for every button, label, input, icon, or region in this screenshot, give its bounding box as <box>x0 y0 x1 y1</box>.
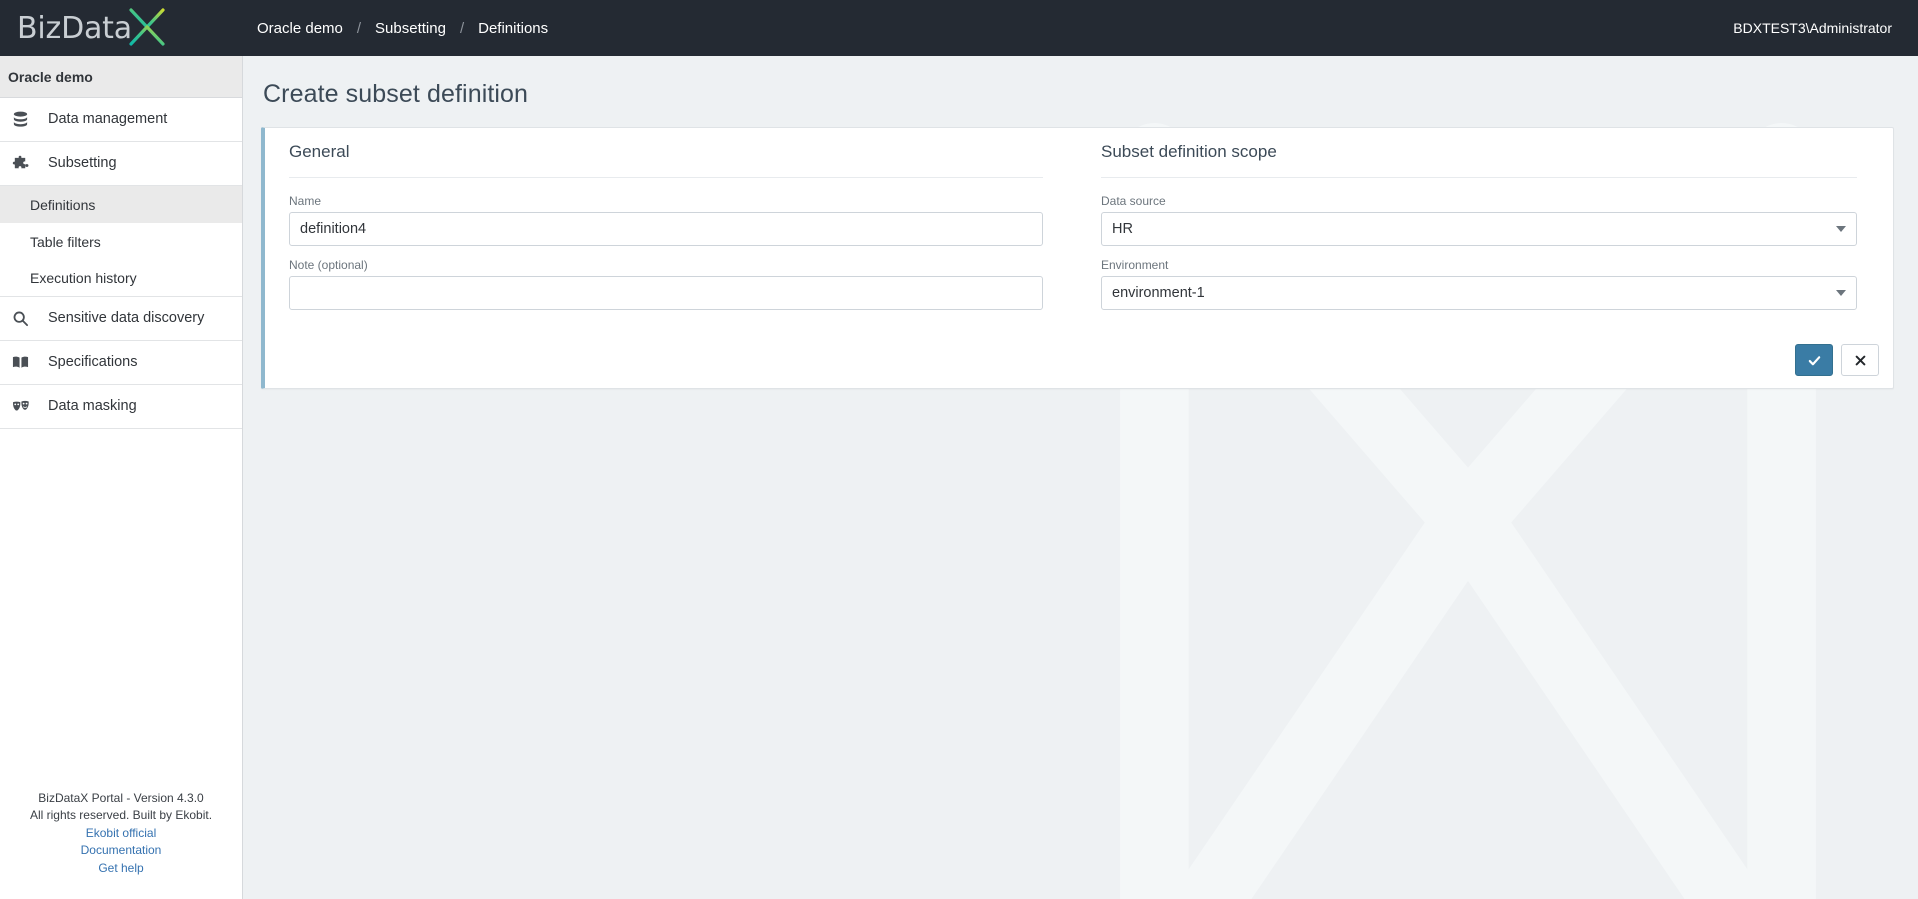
app-window: BizData Oracle demo / Subsetting / Defin… <box>0 0 1918 899</box>
environment-select[interactable]: environment-1 <box>1101 276 1857 310</box>
name-field-group: Name <box>289 194 1043 246</box>
save-button[interactable] <box>1795 344 1833 376</box>
puzzle-icon <box>12 155 38 172</box>
breadcrumb-item-oracle-demo[interactable]: Oracle demo <box>255 18 345 39</box>
sidebar-item-data-masking[interactable]: Data masking <box>0 385 242 429</box>
create-subset-definition-card: General Name Note (optional) Subset defi… <box>261 127 1894 389</box>
footer-rights: All rights reserved. Built by Ekobit. <box>29 808 213 822</box>
book-icon <box>12 354 38 371</box>
environment-field-group: Environment environment-1 <box>1101 258 1857 310</box>
top-bar: BizData Oracle demo / Subsetting / Defin… <box>0 0 1918 56</box>
card-actions <box>265 332 1893 388</box>
footer-link-documentation[interactable]: Documentation <box>0 842 242 860</box>
name-label: Name <box>289 194 322 208</box>
sidebar-nav: Data management Subsetting Definitions T… <box>0 98 242 429</box>
current-user-label[interactable]: BDXTEST3\Administrator <box>1733 20 1918 36</box>
main-inner: Create subset definition General Name No… <box>243 56 1918 389</box>
breadcrumb-separator: / <box>356 19 362 37</box>
breadcrumb-item-subsetting[interactable]: Subsetting <box>373 18 448 39</box>
bizdatax-x-logo-icon <box>124 6 170 48</box>
sidebar-item-label: Data masking <box>48 398 137 415</box>
sidebar-item-data-management[interactable]: Data management <box>0 98 242 142</box>
sidebar-item-execution-history[interactable]: Execution history <box>0 260 242 297</box>
datasource-label: Data source <box>1101 194 1166 208</box>
sidebar-item-definitions[interactable]: Definitions <box>0 186 242 223</box>
name-input[interactable] <box>289 212 1043 246</box>
datasource-field-group: Data source HR <box>1101 194 1857 246</box>
sidebar-item-label: Table filters <box>30 233 101 250</box>
body-region: Oracle demo Data management Subsetting D… <box>0 56 1918 899</box>
page-title: Create subset definition <box>263 80 529 108</box>
database-icon <box>12 111 38 128</box>
sidebar-footer: BizDataX Portal - Version 4.3.0 All righ… <box>0 790 242 899</box>
sidebar-item-label: Sensitive data discovery <box>48 310 205 327</box>
sidebar-item-label: Specifications <box>48 354 138 371</box>
cancel-button[interactable] <box>1841 344 1879 376</box>
brand-logo[interactable]: BizData <box>0 0 243 56</box>
main-content: Create subset definition General Name No… <box>243 56 1918 899</box>
breadcrumb-separator: / <box>459 19 465 37</box>
sidebar-item-label: Subsetting <box>48 155 117 172</box>
footer-version: BizDataX Portal - Version 4.3.0 <box>38 790 204 805</box>
sidebar: Oracle demo Data management Subsetting D… <box>0 56 243 899</box>
general-section: General Name Note (optional) <box>265 128 1079 322</box>
sidebar-item-specifications[interactable]: Specifications <box>0 341 242 385</box>
sidebar-item-table-filters[interactable]: Table filters <box>0 223 242 260</box>
sidebar-item-label: Definitions <box>30 196 96 213</box>
sidebar-item-sensitive-data-discovery[interactable]: Sensitive data discovery <box>0 297 242 341</box>
sidebar-item-label: Execution history <box>30 270 137 286</box>
masks-icon <box>12 398 38 415</box>
sidebar-item-label: Data management <box>48 111 168 128</box>
breadcrumb: Oracle demo / Subsetting / Definitions <box>255 18 550 39</box>
breadcrumb-item-definitions[interactable]: Definitions <box>476 18 550 39</box>
scope-section: Subset definition scope Data source HR E… <box>1079 128 1893 322</box>
check-icon <box>1807 353 1822 368</box>
scope-section-title: Subset definition scope <box>1101 128 1857 178</box>
brand-wordmark: BizData <box>17 11 132 46</box>
note-field-group: Note (optional) <box>289 258 1043 310</box>
environment-label: Environment <box>1101 258 1169 272</box>
close-icon <box>1854 354 1867 367</box>
note-input[interactable] <box>289 276 1043 310</box>
footer-link-ekobit-official[interactable]: Ekobit official <box>0 825 242 843</box>
sidebar-item-subsetting[interactable]: Subsetting <box>0 142 242 186</box>
search-icon <box>12 310 38 327</box>
footer-link-get-help[interactable]: Get help <box>0 860 242 878</box>
general-section-title: General <box>289 128 1043 178</box>
note-label: Note (optional) <box>289 258 368 272</box>
sidebar-header-oracle-demo: Oracle demo <box>0 56 242 98</box>
datasource-select[interactable]: HR <box>1101 212 1857 246</box>
